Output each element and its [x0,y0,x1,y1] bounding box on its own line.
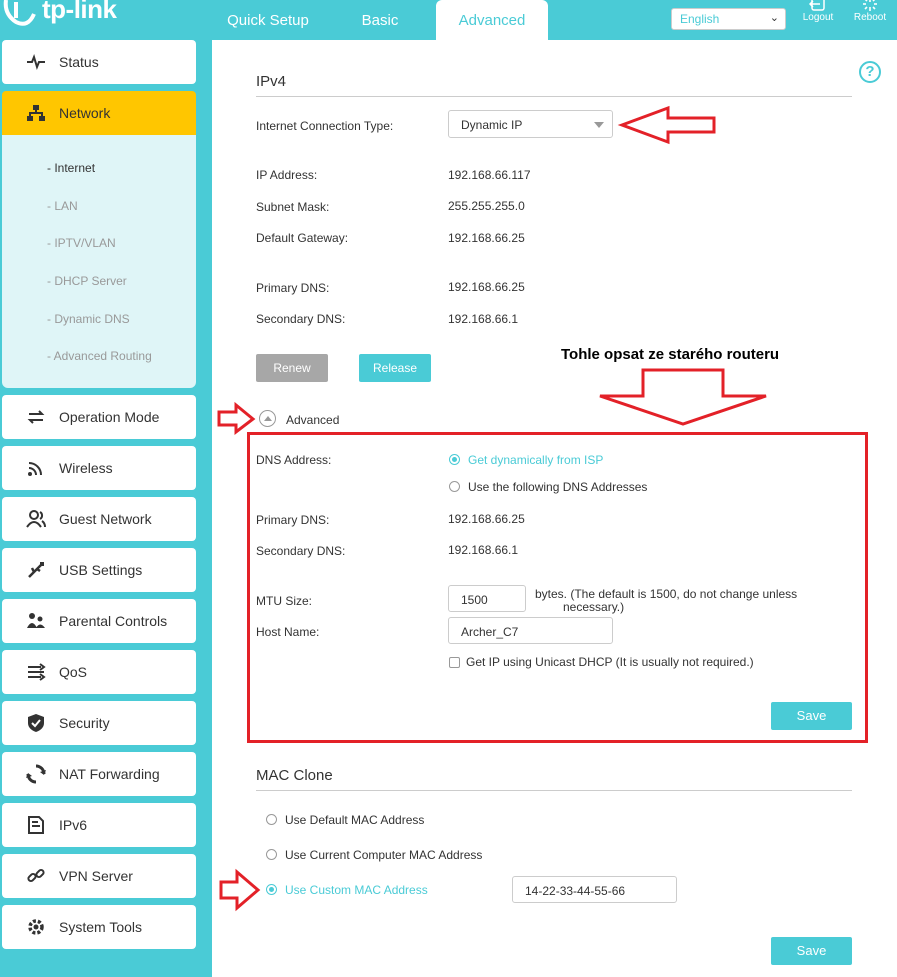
sidebar-item-wireless[interactable]: Wireless [2,446,196,490]
secondary-dns-value: 192.168.66.1 [448,312,519,326]
network-submenu: - Internet - LAN - IPTV/VLAN - DHCP Serv… [2,135,196,388]
sidebar-item-label: System Tools [59,919,142,935]
conn-type-label: Internet Connection Type: [256,119,394,133]
gateway-value: 192.168.66.25 [448,231,525,245]
wireless-icon [28,462,42,476]
tab-quick-setup[interactable]: Quick Setup [212,0,324,40]
divider [256,96,852,97]
sidebar-subitem-dhcp-server[interactable]: - DHCP Server [47,274,127,288]
logout-label: Logout [802,12,834,23]
mac-current-label[interactable]: Use Current Computer MAC Address [285,848,482,862]
section-title-ipv4: IPv4 [256,73,287,90]
shield-icon [28,714,44,732]
language-value: English [680,12,720,26]
ip-address-value: 192.168.66.117 [448,168,531,182]
secondary-dns-label: Secondary DNS: [256,312,346,326]
conn-type-value: Dynamic IP [461,118,523,132]
vpn-icon [27,868,45,883]
network-icon [27,105,45,121]
sidebar-item-label: VPN Server [59,868,133,884]
sidebar-subitem-iptv-vlan[interactable]: - IPTV/VLAN [47,236,116,250]
custom-mac-input[interactable]: 14-22-33-44-55-66 [512,876,677,903]
annotation-text: Tohle opsat ze starého routeru [561,346,780,363]
ipv6-icon [28,816,44,834]
gateway-label: Default Gateway: [256,231,349,245]
mac-custom-radio[interactable] [266,884,277,895]
sidebar-item-label: IPv6 [59,817,88,833]
advanced-toggle-icon[interactable] [259,410,276,427]
dropdown-arrow-icon [594,122,604,128]
sidebar-item-label: Operation Mode [59,409,160,425]
operation-mode-icon [27,410,45,424]
sidebar-item-network[interactable]: Network [2,91,196,135]
sidebar-subitem-dynamic-dns[interactable]: - Dynamic DNS [47,312,130,326]
sidebar-item-operation-mode[interactable]: Operation Mode [2,395,196,439]
language-select[interactable]: English ⌄ [671,8,786,30]
primary-dns-value: 192.168.66.25 [448,280,525,294]
release-button[interactable]: Release [359,354,431,382]
help-icon[interactable]: ? [859,61,881,83]
sidebar-item-guest-network[interactable]: Guest Network [2,497,196,541]
sidebar-item-qos[interactable]: QoS [2,650,196,694]
qos-icon [28,663,46,681]
tab-advanced[interactable]: Advanced [436,0,548,40]
tab-basic[interactable]: Basic [334,0,426,40]
brand-logo-text: tp-link [42,0,117,24]
ip-address-label: IP Address: [256,168,318,182]
top-bar: tp-link Quick Setup Basic Advanced Engli… [0,0,897,40]
mac-default-radio[interactable] [266,814,277,825]
reboot-label: Reboot [853,12,887,23]
logout-icon [808,0,825,11]
chevron-down-icon: ⌄ [769,12,779,24]
sidebar-item-vpn-server[interactable]: VPN Server [2,854,196,898]
sidebar-item-system-tools[interactable]: System Tools [2,905,196,949]
annotation-red-box [247,432,868,743]
sidebar-item-security[interactable]: Security [2,701,196,745]
renew-button[interactable]: Renew [256,354,328,382]
mac-current-radio[interactable] [266,849,277,860]
reboot-icon [863,0,877,11]
sidebar-subitem-lan[interactable]: - LAN [47,199,78,213]
nat-icon [26,764,46,784]
section-title-mac-clone: MAC Clone [256,767,333,784]
mac-custom-label[interactable]: Use Custom MAC Address [285,883,428,897]
sidebar-item-label: Status [59,54,99,70]
subnet-mask-value: 255.255.255.0 [448,199,525,213]
usb-icon [28,562,44,578]
gear-icon [28,919,44,935]
conn-type-select[interactable]: Dynamic IP [448,110,613,138]
sidebar-item-label: NAT Forwarding [59,766,160,782]
logout-button[interactable]: Logout [796,0,840,40]
sidebar-item-label: Guest Network [59,511,152,527]
sidebar-item-label: Security [59,715,110,731]
mac-clone-save-button[interactable]: Save [771,937,852,965]
status-pulse-icon [27,53,45,71]
sidebar-item-parental-controls[interactable]: Parental Controls [2,599,196,643]
guest-icon [26,510,46,528]
subnet-mask-label: Subnet Mask: [256,200,330,214]
advanced-toggle-label[interactable]: Advanced [286,413,339,427]
parental-icon [27,613,45,628]
sidebar-item-label: Network [59,105,111,121]
sidebar-item-nat-forwarding[interactable]: NAT Forwarding [2,752,196,796]
primary-dns-label: Primary DNS: [256,281,330,295]
sidebar-item-label: USB Settings [59,562,143,578]
sidebar-item-usb-settings[interactable]: USB Settings [2,548,196,592]
sidebar-item-status[interactable]: Status [2,40,196,84]
reboot-button[interactable]: Reboot [848,0,892,40]
sidebar-item-label: Parental Controls [59,613,168,629]
sidebar-subitem-advanced-routing[interactable]: - Advanced Routing [47,349,152,363]
sidebar-subitem-internet[interactable]: - Internet [47,161,95,175]
mac-default-label[interactable]: Use Default MAC Address [285,813,424,827]
divider [256,790,852,791]
sidebar-item-label: QoS [59,664,88,680]
sidebar: Status Network - Internet - LAN - IPTV/V… [0,40,212,977]
sidebar-item-label: Wireless [59,460,113,476]
sidebar-item-ipv6[interactable]: IPv6 [2,803,196,847]
